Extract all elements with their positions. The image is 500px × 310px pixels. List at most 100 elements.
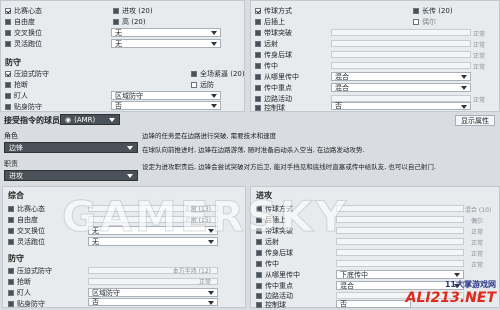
marking-select[interactable]: 区域防守 (111, 91, 221, 100)
checkbox[interactable] (255, 40, 261, 47)
checkbox[interactable] (255, 73, 261, 80)
checkbox[interactable] (5, 18, 11, 25)
forward-runs-slider[interactable] (336, 216, 464, 223)
cross-from-select[interactable]: 混合 (331, 72, 471, 81)
cross-from-select[interactable]: 下底传中 (336, 270, 464, 279)
checkbox[interactable] (256, 292, 262, 299)
row-pressing[interactable]: 压迫式防守 (5, 69, 49, 78)
checkbox[interactable] (5, 29, 11, 36)
show-attributes-button[interactable]: 显示属性 (455, 115, 495, 126)
row-cross-from[interactable]: 从哪里传中 (256, 270, 300, 279)
row-marking[interactable]: 盯人 (8, 288, 31, 297)
checkbox[interactable] (5, 103, 11, 110)
checkbox[interactable] (255, 84, 261, 91)
checkbox[interactable] (8, 300, 14, 307)
checkbox[interactable] (8, 289, 14, 296)
cross-target-select[interactable]: 混合 (331, 83, 471, 92)
row-tight-marking[interactable]: 贴身防守 (5, 102, 42, 111)
sub-option-mentality[interactable]: 进攻 (20) (113, 6, 153, 15)
checkbox[interactable] (113, 18, 119, 25)
checkbox[interactable] (191, 70, 197, 77)
dribbling-slider[interactable] (336, 227, 464, 234)
checkbox[interactable] (8, 216, 14, 223)
checkbox[interactable] (256, 249, 262, 256)
row-marking[interactable]: 盯人 (5, 91, 28, 100)
checkbox[interactable] (5, 92, 11, 99)
checkbox[interactable] (191, 81, 197, 88)
checkbox[interactable] (413, 7, 419, 14)
row-tight-marking[interactable]: 贴身防守 (8, 299, 45, 308)
checkbox[interactable] (8, 267, 14, 274)
passing-slider[interactable] (336, 205, 464, 212)
row-cross-target[interactable]: 传中重点 (256, 281, 293, 290)
row-passing-style[interactable]: 传球方式 (255, 6, 292, 15)
through-balls-slider[interactable] (331, 51, 471, 58)
row-hold-ball[interactable]: 控制球 (255, 103, 285, 112)
switch-positions-select[interactable]: 无 (111, 28, 221, 37)
row-roaming[interactable]: 灵活跑位 (8, 237, 45, 246)
row-switch-positions[interactable]: 交叉换位 (5, 28, 42, 37)
row-forward-runs[interactable]: 后插上 (255, 17, 285, 26)
player-select[interactable]: ◉ (AMR) (60, 114, 120, 125)
row-tackling[interactable]: 抢断 (8, 277, 31, 286)
hold-ball-select[interactable]: 否 (331, 102, 471, 110)
marking-select[interactable]: 区域防守 (88, 288, 218, 297)
row-dribbling[interactable]: 带球突破 (255, 28, 292, 37)
wing-play-slider[interactable] (331, 95, 471, 102)
checkbox[interactable] (255, 62, 261, 69)
row-crossing[interactable]: 传中 (255, 61, 278, 70)
row-cross-target[interactable]: 传中重点 (255, 83, 292, 92)
row-switch-positions[interactable]: 交叉换位 (8, 226, 45, 235)
sub-option-freedom[interactable]: 高 (20) (113, 17, 146, 26)
row-crossing[interactable]: 传中 (256, 259, 279, 268)
checkbox[interactable] (255, 18, 261, 25)
crossing-slider[interactable] (336, 260, 464, 267)
row-mentality[interactable]: 比赛心态 (8, 204, 45, 213)
row-through-balls[interactable]: 传身后球 (256, 248, 293, 257)
through-balls-slider[interactable] (336, 249, 464, 256)
sub-option-tackling[interactable]: 远防 (191, 80, 214, 89)
row-long-shots[interactable]: 远射 (255, 39, 278, 48)
checkbox[interactable] (8, 205, 14, 212)
roaming-select[interactable]: 无 (111, 39, 221, 48)
row-tackling[interactable]: 抢断 (5, 80, 28, 89)
checkbox[interactable] (255, 51, 261, 58)
sub-option-passing[interactable]: 长传 (20) (413, 6, 453, 15)
row-through-balls[interactable]: 传身后球 (255, 50, 292, 59)
sub-option-pressing[interactable]: 全场紧逼 (20) (191, 69, 245, 78)
checkbox[interactable] (5, 40, 11, 47)
crossing-slider[interactable] (331, 62, 471, 69)
checkbox[interactable] (255, 104, 261, 111)
pressing-slider[interactable]: 本方半场 (12) (88, 267, 218, 275)
row-pressing[interactable]: 压迫式防守 (8, 266, 52, 275)
checkbox[interactable] (256, 282, 262, 289)
role-select[interactable]: 边锋 (4, 142, 138, 153)
checkbox[interactable] (413, 18, 419, 25)
dribbling-slider[interactable] (331, 29, 471, 36)
row-roaming[interactable]: 灵活跑位 (5, 39, 42, 48)
checkbox[interactable] (255, 95, 261, 102)
checkbox[interactable] (256, 271, 262, 278)
checkbox[interactable] (5, 70, 11, 77)
checkbox[interactable] (8, 278, 14, 285)
sub-option-forward-runs[interactable]: 偶尔 (413, 17, 436, 26)
tackling-slider[interactable]: 正常 (88, 278, 218, 286)
row-freedom[interactable]: 自由度 (8, 215, 38, 224)
checkbox[interactable] (5, 7, 11, 14)
long-shots-slider[interactable] (331, 40, 471, 47)
hold-ball-select[interactable]: 否 (336, 300, 411, 308)
tight-marking-select[interactable]: 否 (111, 101, 221, 110)
checkbox[interactable] (255, 7, 261, 14)
checkbox[interactable] (256, 260, 262, 267)
row-mentality[interactable]: 比赛心态 (5, 6, 42, 15)
row-freedom[interactable]: 自由度 (5, 17, 35, 26)
checkbox[interactable] (113, 7, 119, 14)
checkbox[interactable] (8, 238, 14, 245)
checkbox[interactable] (255, 29, 261, 36)
checkbox[interactable] (5, 81, 11, 88)
tight-marking-select[interactable]: 否 (88, 298, 218, 306)
checkbox[interactable] (8, 227, 14, 234)
duty-select[interactable]: 进攻 (4, 170, 138, 181)
row-cross-from[interactable]: 从哪里传中 (255, 72, 299, 81)
long-shots-slider[interactable] (336, 238, 464, 245)
